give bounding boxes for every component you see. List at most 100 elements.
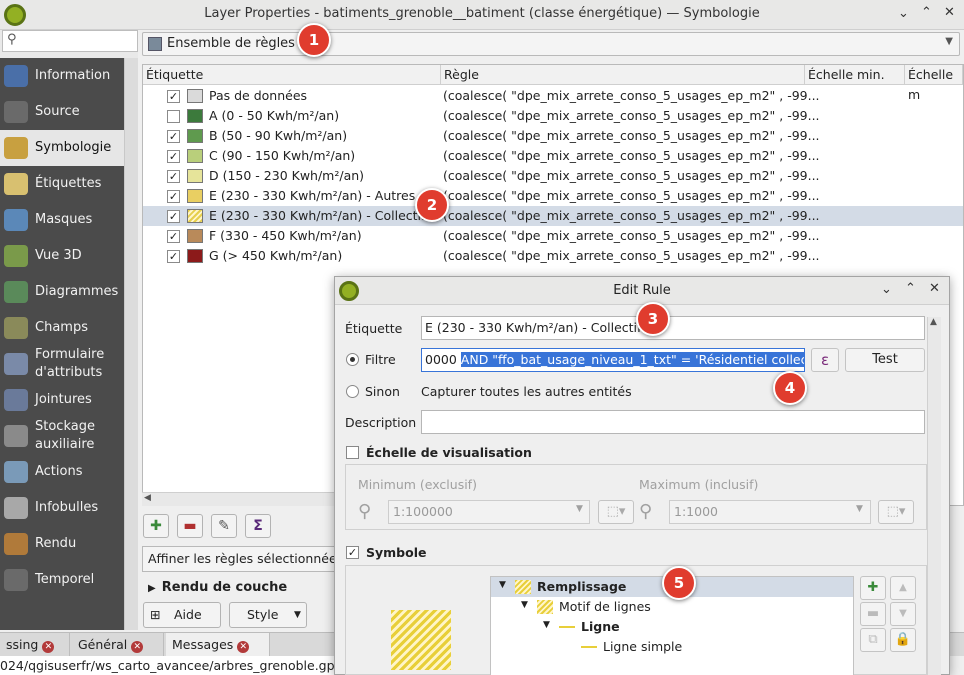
expression-button[interactable]: ε (811, 348, 839, 372)
description-field[interactable] (421, 410, 925, 434)
sidebar-item-masks[interactable]: Masques (0, 202, 124, 238)
rule-checkbox[interactable] (167, 110, 180, 123)
rule-checkbox[interactable]: ✓ (167, 210, 180, 223)
table-row[interactable]: ✓ E (230 - 330 Kwh/m²/an) - Autres (coales… (143, 186, 963, 206)
sidebar-item-symbology[interactable]: Symbologie (0, 130, 124, 166)
sidebar-scrollbar[interactable] (124, 58, 138, 630)
labels-icon (4, 173, 28, 195)
label-field[interactable]: E (230 - 330 Kwh/m²/an) - Collectif (421, 316, 925, 340)
bottom-tab[interactable]: ssing ✕ (0, 633, 70, 657)
count-features-button[interactable]: Σ (245, 514, 271, 538)
sidebar-item-joins[interactable]: Jointures (0, 382, 124, 418)
min-scale-field[interactable]: 1:100000 (388, 500, 590, 524)
add-symbol-layer-button[interactable]: ✚ (860, 576, 886, 600)
rule-label: D (150 - 230 Kwh/m²/an) (209, 168, 365, 183)
maximize-icon[interactable]: ⌃ (905, 281, 916, 296)
expand-triangle-icon[interactable]: ▼ (521, 600, 528, 610)
sidebar-item-label: Stockage auxiliaire (35, 419, 95, 452)
sidebar-item-tooltip[interactable]: Infobulles (0, 490, 124, 526)
scale-checkbox[interactable] (346, 446, 359, 459)
dialog-title: Edit Rule (613, 283, 671, 298)
sidebar-item-diagrams[interactable]: Diagrammes (0, 274, 124, 310)
minimize-icon[interactable]: ⌄ (881, 282, 892, 297)
rule-checkbox[interactable]: ✓ (167, 90, 180, 103)
close-tab-icon[interactable]: ✕ (237, 641, 250, 653)
filter-field[interactable]: 0000 AND "ffo_bat_usage_niveau_1_txt" = … (421, 348, 805, 372)
maximize-icon[interactable]: ⌃ (921, 5, 932, 20)
rule-expression: (coalesce( "dpe_mix_arrete_conso_5_usage… (443, 228, 820, 243)
symbol-checkbox[interactable]: ✓ (346, 546, 359, 559)
else-radio[interactable] (346, 385, 359, 398)
sidebar-item-labels[interactable]: Étiquettes (0, 166, 124, 202)
expand-triangle-icon[interactable]: ▼ (543, 620, 550, 630)
column-header-rule[interactable]: Règle (441, 65, 805, 85)
symbol-tree-item[interactable]: Ligne simple (491, 637, 853, 657)
rule-checkbox[interactable]: ✓ (167, 170, 180, 183)
close-icon[interactable]: ✕ (944, 5, 955, 20)
min-scale-map-button[interactable]: ⬚▾ (598, 500, 634, 524)
table-row[interactable]: ✓ B (50 - 90 Kwh/m²/an) (coalesce( "dpe_mi… (143, 126, 963, 146)
symbol-swatch (187, 89, 203, 103)
rule-checkbox[interactable]: ✓ (167, 130, 180, 143)
sidebar-item-form[interactable]: Formulaire d'attributs (0, 346, 124, 382)
sidebar-item-label: Infobulles (35, 500, 99, 515)
scroll-up-icon[interactable]: ▲ (930, 317, 937, 327)
move-down-button[interactable]: ▼ (890, 602, 916, 626)
rule-expression: (coalesce( "dpe_mix_arrete_conso_5_usage… (443, 208, 820, 223)
column-header-label[interactable]: Étiquette (143, 65, 441, 85)
remove-symbol-layer-button[interactable]: ▬ (860, 602, 886, 626)
close-icon[interactable]: ✕ (929, 281, 940, 296)
table-row[interactable]: ✓ D (150 - 230 Kwh/m²/an) (coalesce( "dpe_… (143, 166, 963, 186)
rule-checkbox[interactable]: ✓ (167, 250, 180, 263)
renderer-type-select[interactable]: Ensemble de règles ▼ (142, 32, 960, 56)
filter-radio[interactable] (346, 353, 359, 366)
rule-checkbox[interactable]: ✓ (167, 150, 180, 163)
lock-layer-button[interactable]: 🔒 (890, 628, 916, 652)
tree-horizontal-scrollbar[interactable]: ◀ (142, 492, 336, 506)
max-scale-map-button[interactable]: ⬚▾ (878, 500, 914, 524)
layer-rendering-section[interactable]: ▶ Rendu de couche (148, 580, 287, 595)
sidebar-item-fields[interactable]: Champs (0, 310, 124, 346)
close-tab-icon[interactable]: ✕ (131, 641, 144, 653)
remove-rule-button[interactable]: ▬ (177, 514, 203, 538)
column-header-min-scale[interactable]: Échelle min. (805, 65, 905, 85)
add-rule-button[interactable]: ✚ (143, 514, 169, 538)
sidebar-item-source[interactable]: Source (0, 94, 124, 130)
close-tab-icon[interactable]: ✕ (42, 641, 55, 653)
info-icon (4, 65, 28, 87)
style-button[interactable]: Style ▼ (229, 602, 307, 628)
test-button[interactable]: Test (845, 348, 925, 372)
edit-rule-button[interactable]: ✎ (211, 514, 237, 538)
move-up-button[interactable]: ▲ (890, 576, 916, 600)
sidebar-item-view3d[interactable]: Vue 3D (0, 238, 124, 274)
rule-checkbox[interactable]: ✓ (167, 230, 180, 243)
max-scale-field[interactable]: 1:1000 (669, 500, 871, 524)
symbol-tree-item[interactable]: ▼ Motif de lignes (491, 597, 853, 617)
search-input[interactable]: ⚲ (2, 30, 138, 52)
minimize-icon[interactable]: ⌄ (898, 6, 909, 21)
sidebar-item-actions[interactable]: Actions (0, 454, 124, 490)
bottom-tab[interactable]: Général ✕ (72, 633, 164, 657)
table-row[interactable]: ✓ Pas de données (coalesce( "dpe_mix_arret… (143, 86, 963, 106)
table-row[interactable]: ✓ F (330 - 450 Kwh/m²/an) (coalesce( "dpe_… (143, 226, 963, 246)
sidebar-item-label: Masques (35, 212, 93, 227)
scroll-left-icon[interactable]: ◀ (144, 493, 151, 503)
symbol-swatch (187, 169, 203, 183)
sidebar-item-storage[interactable]: Stockage auxiliaire (0, 418, 124, 454)
sidebar-item-clock[interactable]: Temporel (0, 562, 124, 598)
symbol-tree-item[interactable]: ▼ Ligne (491, 617, 853, 637)
table-row[interactable]: ✓ E (230 - 330 Kwh/m²/an) - Collectif (coa… (143, 206, 963, 226)
column-header-max-scale[interactable]: Échelle m (905, 65, 963, 102)
dialog-scrollbar[interactable]: ▲ (927, 317, 941, 675)
expand-triangle-icon[interactable]: ▼ (499, 580, 506, 590)
rule-checkbox[interactable]: ✓ (167, 190, 180, 203)
help-button[interactable]: ⊞ Aide (143, 602, 221, 628)
refine-rules-button[interactable]: Affiner les règles sélectionnées (142, 546, 336, 572)
sidebar-item-rendering[interactable]: Rendu (0, 526, 124, 562)
table-row[interactable]: ✓ G (> 450 Kwh/m²/an) (coalesce( "dpe_mix_… (143, 246, 963, 266)
duplicate-layer-button[interactable]: ⧉ (860, 628, 886, 652)
bottom-tab[interactable]: Messages ✕ (166, 633, 270, 657)
table-row[interactable]: ✓ C (90 - 150 Kwh/m²/an) (coalesce( "dpe_m… (143, 146, 963, 166)
table-row[interactable]: A (0 - 50 Kwh/m²/an) (coalesce( "dpe_mix_… (143, 106, 963, 126)
sidebar-item-info[interactable]: Information (0, 58, 124, 94)
